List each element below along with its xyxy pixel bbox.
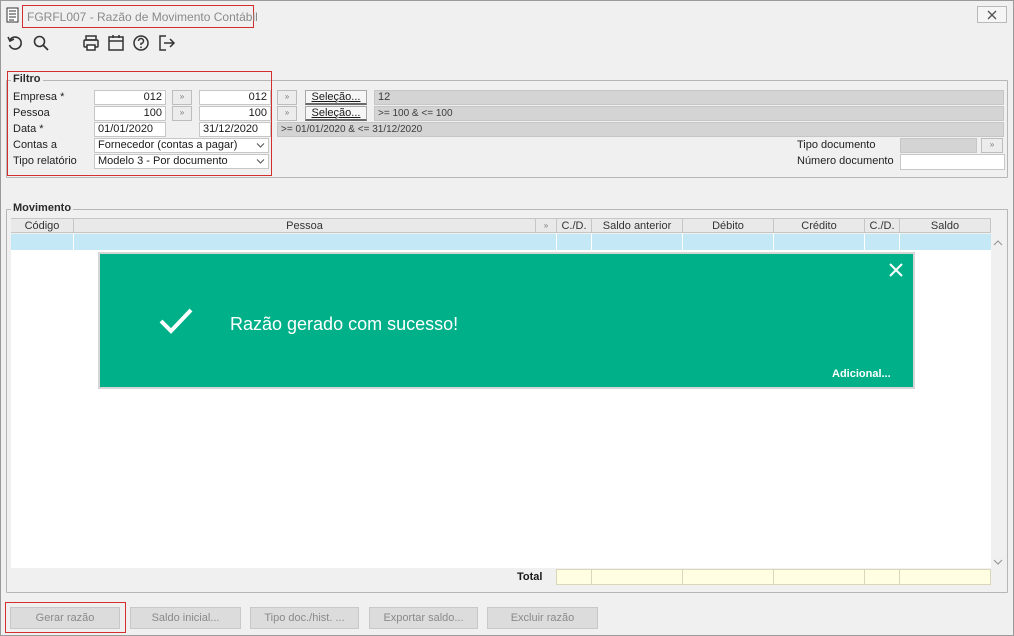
numero-documento-label: Número documento (797, 155, 894, 167)
column-header-pessoa[interactable]: Pessoa (74, 219, 536, 233)
empresa-to-field[interactable]: 012 (199, 90, 271, 105)
exit-icon[interactable] (158, 34, 178, 54)
column-header-cd-2[interactable]: C./D. (865, 219, 900, 233)
contas-select-value: Fornecedor (contas a pagar) (98, 139, 238, 151)
tipo-relatorio-label: Tipo relatório (13, 155, 77, 167)
empresa-label: Empresa * (13, 91, 65, 103)
numero-documento-field[interactable] (900, 154, 1005, 170)
empresa-to-lookup-button[interactable]: » (277, 90, 297, 105)
refresh-icon[interactable] (6, 34, 26, 54)
tipo-documento-label: Tipo documento (797, 139, 876, 151)
contas-select[interactable]: Fornecedor (contas a pagar) (94, 138, 269, 153)
empresa-lookup-button[interactable]: » (172, 90, 192, 105)
chevron-down-icon (256, 159, 265, 164)
tipo-relatorio-select[interactable]: Modelo 3 - Por documento (94, 154, 269, 169)
pessoa-selecao-button[interactable]: Seleção... (305, 106, 367, 121)
search-icon[interactable] (32, 34, 52, 54)
data-to-field[interactable]: 31/12/2020 (199, 122, 271, 137)
close-button[interactable] (977, 6, 1007, 23)
chevron-down-icon (256, 143, 265, 148)
saldo-inicial-button[interactable]: Saldo inicial... (130, 607, 241, 629)
toolbar (1, 31, 1013, 57)
close-icon (987, 10, 997, 20)
pessoa-to-lookup-button[interactable]: » (277, 106, 297, 121)
tipo-relatorio-value: Modelo 3 - Por documento (98, 155, 228, 167)
total-cd-2-cell (864, 569, 900, 585)
window-title-highlight: FGRFL007 - Razão de Movimento Contábil (22, 5, 258, 28)
column-header-pessoa-lookup[interactable]: » (536, 219, 557, 233)
pessoa-to-field[interactable]: 100 (199, 106, 271, 121)
print-icon[interactable] (82, 34, 102, 54)
movimento-legend: Movimento (11, 202, 74, 214)
pessoa-label: Pessoa (13, 107, 50, 119)
pessoa-lookup-button[interactable]: » (172, 106, 192, 121)
total-cd-cell (556, 569, 592, 585)
tipo-documento-field[interactable] (900, 138, 977, 153)
excluir-razao-button[interactable]: Excluir razão (487, 607, 598, 629)
column-header-credito[interactable]: Crédito (774, 219, 865, 233)
toast-message: Razão gerado com sucesso! (230, 314, 459, 334)
data-from-field[interactable]: 01/01/2020 (94, 122, 166, 137)
total-label: Total (517, 571, 543, 583)
total-saldo-anterior-cell (591, 569, 683, 585)
application-window: FGRFL007 - Razão de Movimento Contábil F… (0, 0, 1014, 636)
tipo-doc-hist-button[interactable]: Tipo doc./hist. ... (250, 607, 359, 629)
column-header-saldo[interactable]: Saldo (900, 219, 991, 233)
table-row[interactable] (11, 234, 991, 250)
contas-label: Contas a (13, 139, 58, 151)
data-summary: >= 01/01/2020 & <= 31/12/2020 (277, 122, 1004, 137)
empresa-from-field[interactable]: 012 (94, 90, 166, 105)
title-bar: FGRFL007 - Razão de Movimento Contábil (1, 1, 1013, 29)
total-debito-cell (682, 569, 774, 585)
toast-adicional-link[interactable]: Adicional... (832, 368, 891, 380)
tipo-documento-lookup-button[interactable]: » (981, 138, 1003, 153)
total-saldo-cell (899, 569, 991, 585)
calendar-icon[interactable] (107, 34, 127, 54)
pessoa-summary: >= 100 & <= 100 (374, 106, 1004, 121)
column-header-codigo[interactable]: Código (11, 219, 74, 233)
empresa-selecao-button[interactable]: Seleção... (305, 90, 367, 105)
check-icon (159, 308, 193, 334)
success-toast: Razão gerado com sucesso! Adicional... (98, 252, 915, 389)
grid-header: Código Pessoa » C./D. Saldo anterior Déb… (11, 218, 991, 233)
document-icon (6, 7, 20, 23)
column-header-debito[interactable]: Débito (683, 219, 774, 233)
data-label: Data * (13, 123, 44, 135)
pessoa-from-field[interactable]: 100 (94, 106, 166, 121)
empresa-summary: 12 (374, 90, 1004, 105)
scroll-up-icon[interactable] (992, 238, 1004, 248)
column-header-cd[interactable]: C./D. (557, 219, 592, 233)
scroll-down-icon[interactable] (992, 557, 1004, 567)
total-credito-cell (773, 569, 865, 585)
close-icon[interactable] (888, 262, 904, 278)
column-header-saldo-anterior[interactable]: Saldo anterior (592, 219, 683, 233)
exportar-saldo-button[interactable]: Exportar saldo... (369, 607, 478, 629)
help-icon[interactable] (132, 34, 152, 54)
window-title: FGRFL007 - Razão de Movimento Contábil (27, 10, 258, 24)
gerar-razao-button[interactable]: Gerar razão (10, 607, 120, 629)
